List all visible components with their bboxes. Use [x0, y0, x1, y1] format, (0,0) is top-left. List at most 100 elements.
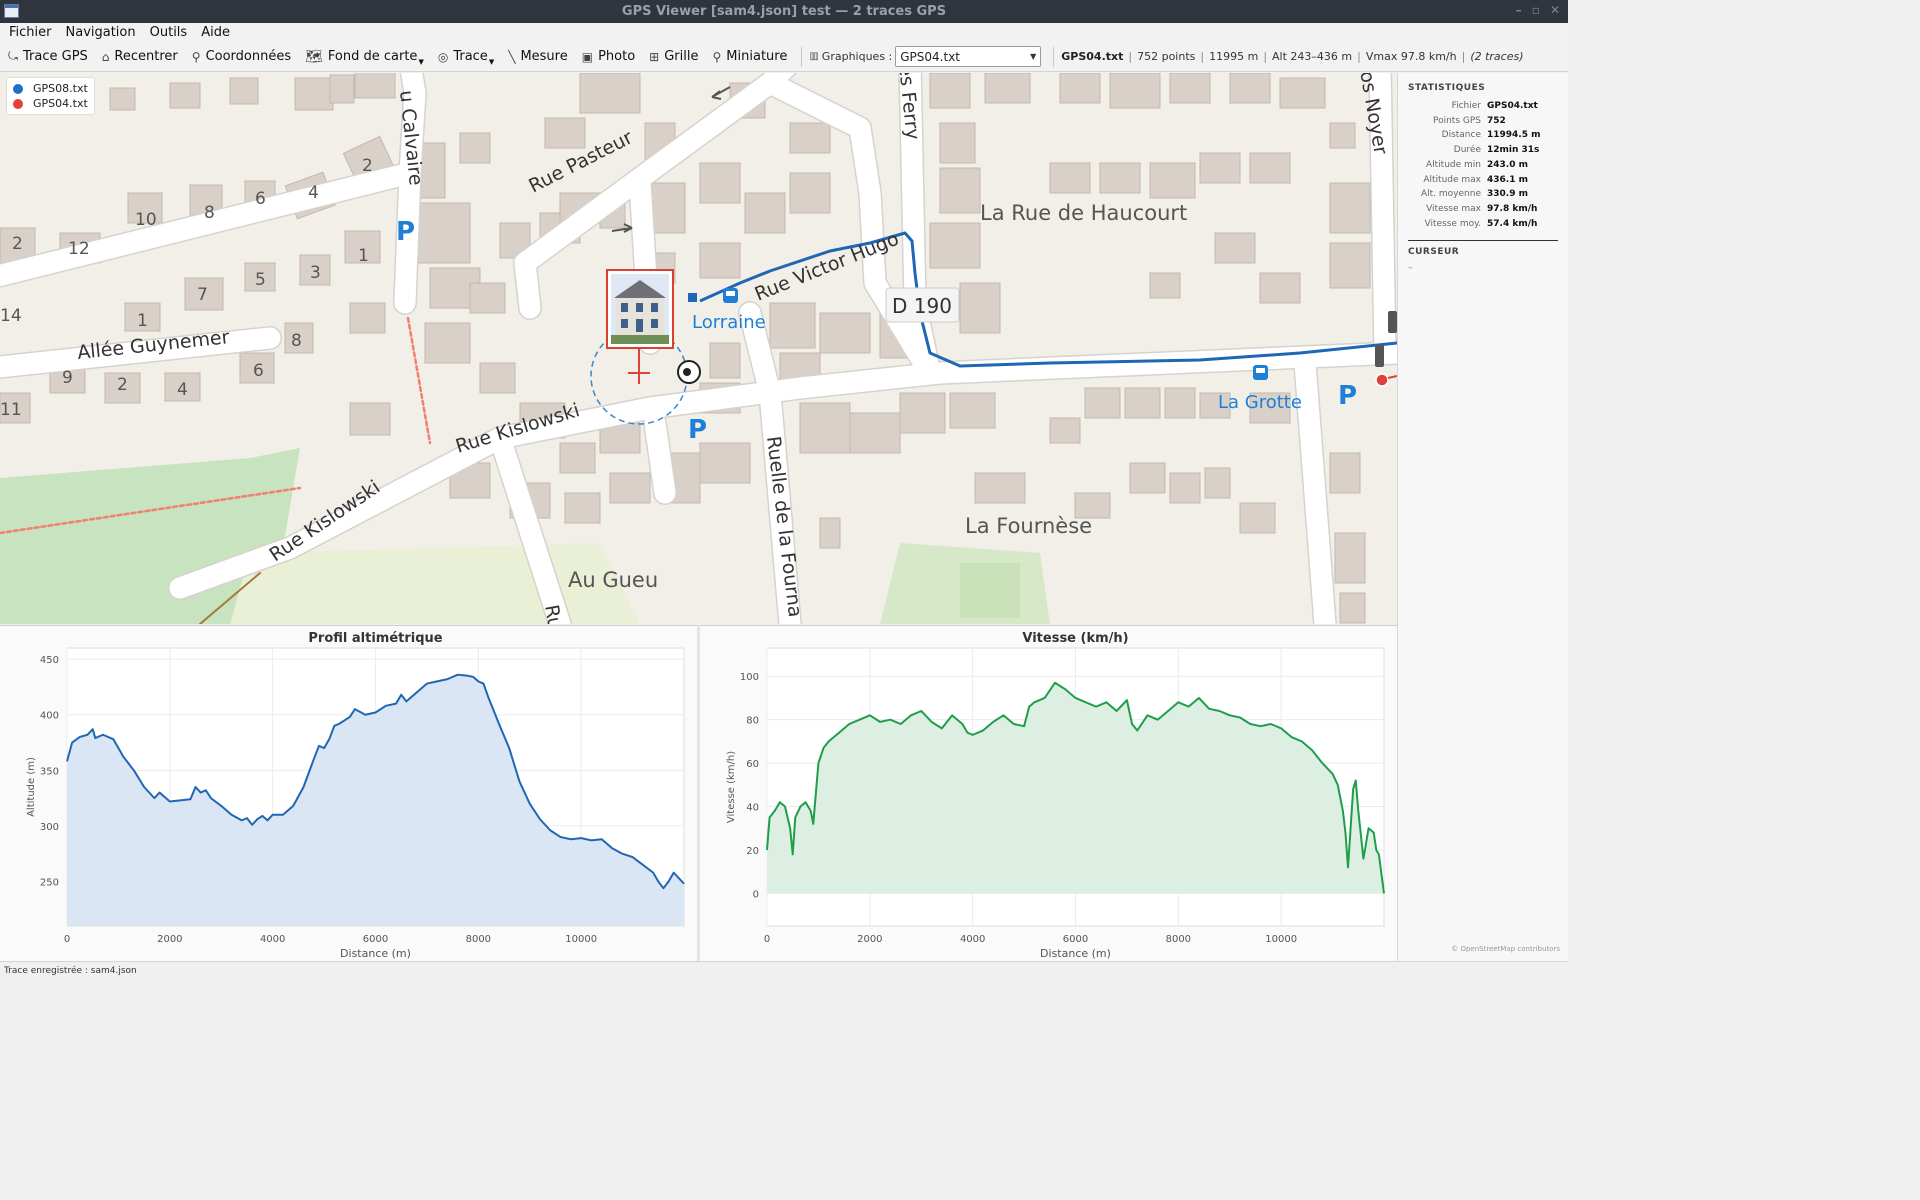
camera-position-icon[interactable] [677, 360, 701, 384]
stat-row: Altitude min 243.0 m [1408, 158, 1558, 173]
track-gps04-marker [1375, 373, 1389, 387]
house-number: 8 [204, 203, 215, 223]
house-number: 6 [255, 189, 266, 209]
x-tick-label: 10000 [565, 934, 597, 945]
graph-select-value: GPS04.txt [900, 49, 960, 64]
map-canvas[interactable]: P P P Rue Pasteur Rue Victor Hugo Rue Ki… [0, 73, 1397, 624]
oneway-arrow-icon [711, 86, 731, 100]
house-number: 11 [0, 400, 22, 420]
legend-swatch [13, 98, 23, 109]
stat-value: 752 [1487, 115, 1506, 126]
track-start-marker [688, 293, 697, 302]
pushpin-icon: ⚲ [191, 49, 201, 64]
house-number: 8 [291, 331, 302, 351]
graph-label: Graphiques : [821, 50, 893, 63]
grid-icon: ⊞ [649, 49, 660, 64]
y-tick-label: 0 [753, 889, 759, 900]
place-label: La Fournèse [965, 514, 1092, 538]
parking-icon: P [688, 415, 707, 445]
stat-row: Durée 12min 31s [1408, 143, 1558, 158]
house-number: 14 [0, 306, 22, 326]
legend-swatch [13, 83, 23, 94]
x-axis-label: Distance (m) [1040, 947, 1111, 960]
stat-row: Vitesse max 97.8 km/h [1408, 202, 1558, 217]
grille-button[interactable]: ⊞ Grille [649, 49, 698, 64]
house-number: 9 [62, 368, 73, 388]
photo-thumbnail[interactable] [606, 269, 674, 349]
mesure-button[interactable]: ╲ Mesure [508, 49, 568, 64]
speed-chart[interactable]: Vitesse (km/h) 0 2000 4000 6000 8000 10000 0 20 4… [700, 625, 1397, 961]
stats-title: STATISTIQUES [1408, 83, 1486, 93]
info-points: 752 points [1137, 50, 1196, 63]
elevation-chart[interactable]: Profil altimétrique 0 2000 4000 6000 8000 1000… [0, 625, 697, 961]
fond-de-carte-button[interactable]: 🗺 Fond de carte ▼ [305, 49, 424, 66]
house-number: 5 [255, 270, 266, 290]
y-tick-label: 300 [40, 822, 59, 833]
x-tick-label: 2000 [857, 934, 882, 945]
coordonnees-button[interactable]: ⚲ Coordonnées [192, 49, 291, 64]
chart-title: Vitesse (km/h) [1022, 631, 1128, 646]
parking-icon: P [396, 217, 415, 247]
stat-value: 11994.5 m [1487, 130, 1541, 141]
y-axis-label: Vitesse (km/h) [726, 751, 737, 823]
recentrer-button[interactable]: ⌂ Recentrer [102, 49, 178, 64]
graph-select[interactable]: GPS04.txt ▼ [895, 46, 1042, 67]
y-tick-label: 100 [740, 672, 759, 683]
house-number: 2 [12, 234, 23, 254]
info-distance: 11995 m [1209, 50, 1259, 63]
minimize-button[interactable]: – [1516, 3, 1522, 17]
stat-label: Altitude max [1423, 174, 1481, 185]
menu-aide[interactable]: Aide [194, 25, 237, 40]
road-ref-label: D 190 [892, 294, 952, 318]
camera-icon: ▣ [581, 49, 594, 64]
chart-title: Profil altimétrique [308, 631, 442, 646]
maximize-button[interactable]: ▫ [1532, 3, 1540, 17]
trace-button[interactable]: ◎ Trace ▼ [438, 49, 494, 66]
y-tick-label: 40 [746, 803, 759, 814]
stat-row: Alt. moyenne 330.9 m [1408, 187, 1558, 202]
toolbar-separator [1053, 46, 1055, 67]
window-title: GPS Viewer [sam4.json] test — 2 traces G… [621, 4, 947, 19]
y-tick-label: 20 [746, 846, 759, 857]
legend-item[interactable]: GPS08.txt [13, 81, 88, 96]
stat-value: GPS04.txt [1487, 101, 1538, 111]
house-number: 6 [253, 361, 264, 381]
y-axis-label: Altitude (m) [26, 757, 37, 817]
menu-fichier[interactable]: Fichier [2, 25, 59, 40]
app-icon [4, 4, 19, 18]
legend-item[interactable]: GPS04.txt [13, 96, 88, 111]
stats-panel: STATISTIQUES Fichier GPS04.txt Points GPS 7… [1397, 73, 1568, 961]
place-label: Au Gueu [568, 568, 658, 592]
bus-stop-label: La Grotte [1218, 392, 1302, 413]
x-tick-label: 6000 [1063, 934, 1088, 945]
stat-label: Vitesse max [1426, 203, 1481, 214]
menu-bar: Fichier Navigation Outils Aide [0, 23, 1568, 42]
photo-button[interactable]: ▣ Photo [582, 49, 635, 64]
trace-gps-button[interactable]: ⤿ Trace GPS [8, 49, 88, 64]
x-tick-label: 0 [764, 934, 770, 945]
street-label: Ru [540, 603, 566, 624]
toolbar: ⤿ Trace GPS ⌂ Recentrer ⚲ Coordonnées 🗺 Fond… [0, 42, 1568, 72]
stat-value: 436.1 m [1487, 174, 1528, 185]
bus-stop-label: Lorraine [692, 312, 766, 333]
stat-label: Altitude min [1425, 159, 1481, 170]
street-label: Ruelle de la Fourna [762, 435, 806, 619]
miniature-button[interactable]: ⚲ Miniature [713, 49, 788, 64]
stat-label: Points GPS [1432, 115, 1481, 126]
stat-value: 243.0 m [1487, 159, 1528, 170]
map-view[interactable]: P P P Rue Pasteur Rue Victor Hugo Rue Ki… [0, 73, 1397, 624]
info-vmax: Vmax 97.8 km/h [1365, 50, 1457, 63]
stat-row: Distance 11994.5 m [1408, 128, 1558, 143]
stat-value: 57.4 km/h [1487, 218, 1538, 229]
menu-navigation[interactable]: Navigation [59, 25, 143, 40]
stat-row: Altitude max 436.1 m [1408, 173, 1558, 188]
trace-info: GPS04.txt | 752 points | 11995 m | Alt 243–436… [1061, 50, 1524, 63]
close-button[interactable]: ✕ [1550, 3, 1560, 17]
stat-value: 330.9 m [1487, 189, 1528, 200]
menu-outils[interactable]: Outils [143, 25, 195, 40]
info-alt: Alt 243–436 m [1272, 50, 1353, 63]
stat-value: 97.8 km/h [1487, 203, 1538, 214]
stat-row: Vitesse moy. 57.4 km/h [1408, 217, 1558, 232]
place-label: La Rue de Haucourt [980, 201, 1187, 225]
crosshair-icon [628, 362, 650, 384]
